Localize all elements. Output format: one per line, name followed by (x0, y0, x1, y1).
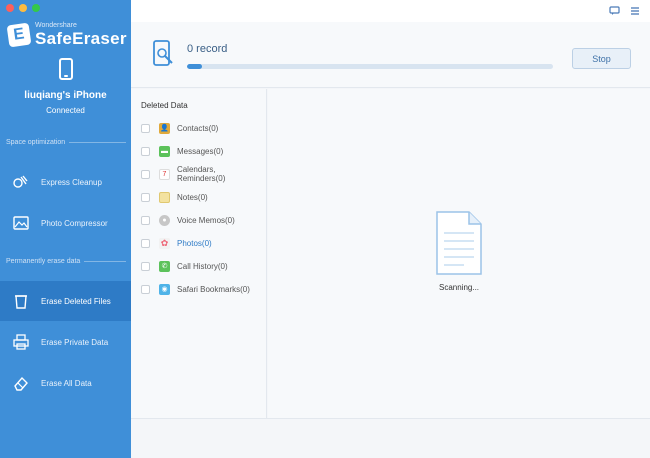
scan-progress-bar (187, 64, 553, 69)
stop-button[interactable]: Stop (572, 48, 631, 69)
phone-icon: ✆ (159, 260, 170, 272)
nav-item-erase-all-data[interactable]: Erase All Data (0, 363, 131, 403)
list-item-label: Calendars, Reminders(0) (176, 165, 226, 183)
checkbox[interactable] (141, 284, 150, 294)
checkbox[interactable] (141, 123, 150, 133)
menu-icon[interactable] (630, 6, 640, 19)
app-name: SafeEraser (35, 29, 127, 48)
checkbox[interactable] (141, 261, 150, 271)
list-item-safari-bookmarks[interactable]: ◉ Safari Bookmarks(0) (141, 281, 250, 297)
section-label-space-optimization: Space optimization (6, 139, 126, 146)
nav-item-erase-deleted-files[interactable]: Erase Deleted Files (0, 281, 131, 321)
feedback-icon[interactable] (609, 6, 620, 19)
list-item-label: Call History(0) (177, 261, 228, 271)
microphone-icon: ● (159, 214, 170, 226)
iphone-icon (58, 58, 73, 80)
checkbox[interactable] (141, 238, 150, 248)
app-logo: E Wondershare SafeEraser (6, 22, 127, 48)
scanning-status: Scanning... (438, 283, 480, 292)
record-count: 0 record (187, 43, 228, 55)
preview-panel: Scanning... (268, 89, 650, 418)
list-item-label: Photos(0) (177, 238, 212, 248)
sidebar: E Wondershare SafeEraser liuqiang's iPho… (0, 0, 131, 458)
main-panel: 0 record Stop Deleted Data 👤 Contacts(0)… (131, 0, 650, 458)
list-item-calendars[interactable]: 7 Calendars, Reminders(0) (141, 165, 266, 183)
zoom-window-button[interactable] (32, 4, 40, 12)
list-item-photos[interactable]: ✿ Photos(0) (141, 235, 212, 251)
device-status: Connected (46, 106, 85, 115)
list-item-label: Messages(0) (177, 146, 224, 156)
nav-label: Photo Compressor (41, 218, 108, 228)
list-item-contacts[interactable]: 👤 Contacts(0) (141, 120, 218, 136)
messages-icon: ▬ (159, 145, 170, 157)
nav-item-erase-private-data[interactable]: Erase Private Data (0, 322, 131, 362)
list-header: Deleted Data (141, 101, 188, 110)
list-item-label: Voice Memos(0) (177, 215, 235, 225)
eraser-icon (12, 374, 30, 392)
list-item-notes[interactable]: Notes(0) (141, 189, 208, 205)
checkbox[interactable] (141, 215, 150, 225)
footer-bar (131, 418, 650, 458)
scan-progress-area: 0 record Stop (131, 22, 650, 88)
checkbox[interactable] (141, 192, 150, 202)
device-name: liuqiang's iPhone (24, 90, 107, 101)
nav-label: Erase Deleted Files (41, 296, 111, 306)
nav-item-express-cleanup[interactable]: Express Cleanup (0, 162, 131, 202)
trash-icon (12, 292, 30, 310)
device-info: liuqiang's iPhone Connected (0, 58, 131, 115)
nav-label: Erase Private Data (41, 337, 109, 347)
nav-item-photo-compressor[interactable]: Photo Compressor (0, 203, 131, 243)
checkbox[interactable] (141, 169, 150, 179)
list-item-label: Contacts(0) (177, 123, 219, 133)
list-item-label: Safari Bookmarks(0) (177, 284, 250, 294)
window-controls (6, 4, 40, 12)
checkbox[interactable] (141, 146, 150, 156)
list-item-messages[interactable]: ▬ Messages(0) (141, 143, 223, 159)
document-icon (436, 211, 482, 275)
close-window-button[interactable] (6, 4, 14, 12)
list-item-call-history[interactable]: ✆ Call History(0) (141, 258, 228, 274)
notes-icon (159, 191, 170, 203)
list-item-voice-memos[interactable]: ● Voice Memos(0) (141, 212, 235, 228)
nav-label: Erase All Data (41, 378, 92, 388)
title-bar (131, 0, 650, 22)
minimize-window-button[interactable] (19, 4, 27, 12)
calendar-icon: 7 (158, 168, 170, 180)
section-label-permanently-erase: Permanently erase data (6, 258, 126, 265)
image-icon (12, 214, 30, 232)
photos-icon: ✿ (159, 237, 170, 249)
nav-label: Express Cleanup (41, 177, 102, 187)
safeeraser-logo-icon: E (6, 22, 32, 48)
scan-progress-fill (187, 64, 202, 69)
deleted-data-list: Deleted Data 👤 Contacts(0) ▬ Messages(0)… (131, 89, 267, 418)
list-item-label: Notes(0) (177, 192, 208, 202)
safari-icon: ◉ (159, 283, 170, 295)
contacts-icon: 👤 (159, 122, 170, 134)
printer-icon (12, 333, 30, 351)
phone-scan-icon (153, 40, 173, 66)
broom-icon (12, 173, 30, 191)
